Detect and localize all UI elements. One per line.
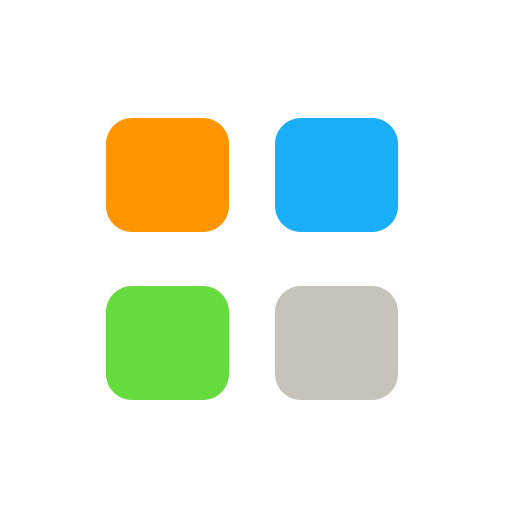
blue-tile-icon	[275, 118, 398, 232]
orange-tile-icon	[106, 118, 229, 232]
green-tile-icon	[106, 286, 229, 400]
gray-tile-icon	[275, 286, 398, 400]
app-grid-icon	[0, 0, 512, 512]
